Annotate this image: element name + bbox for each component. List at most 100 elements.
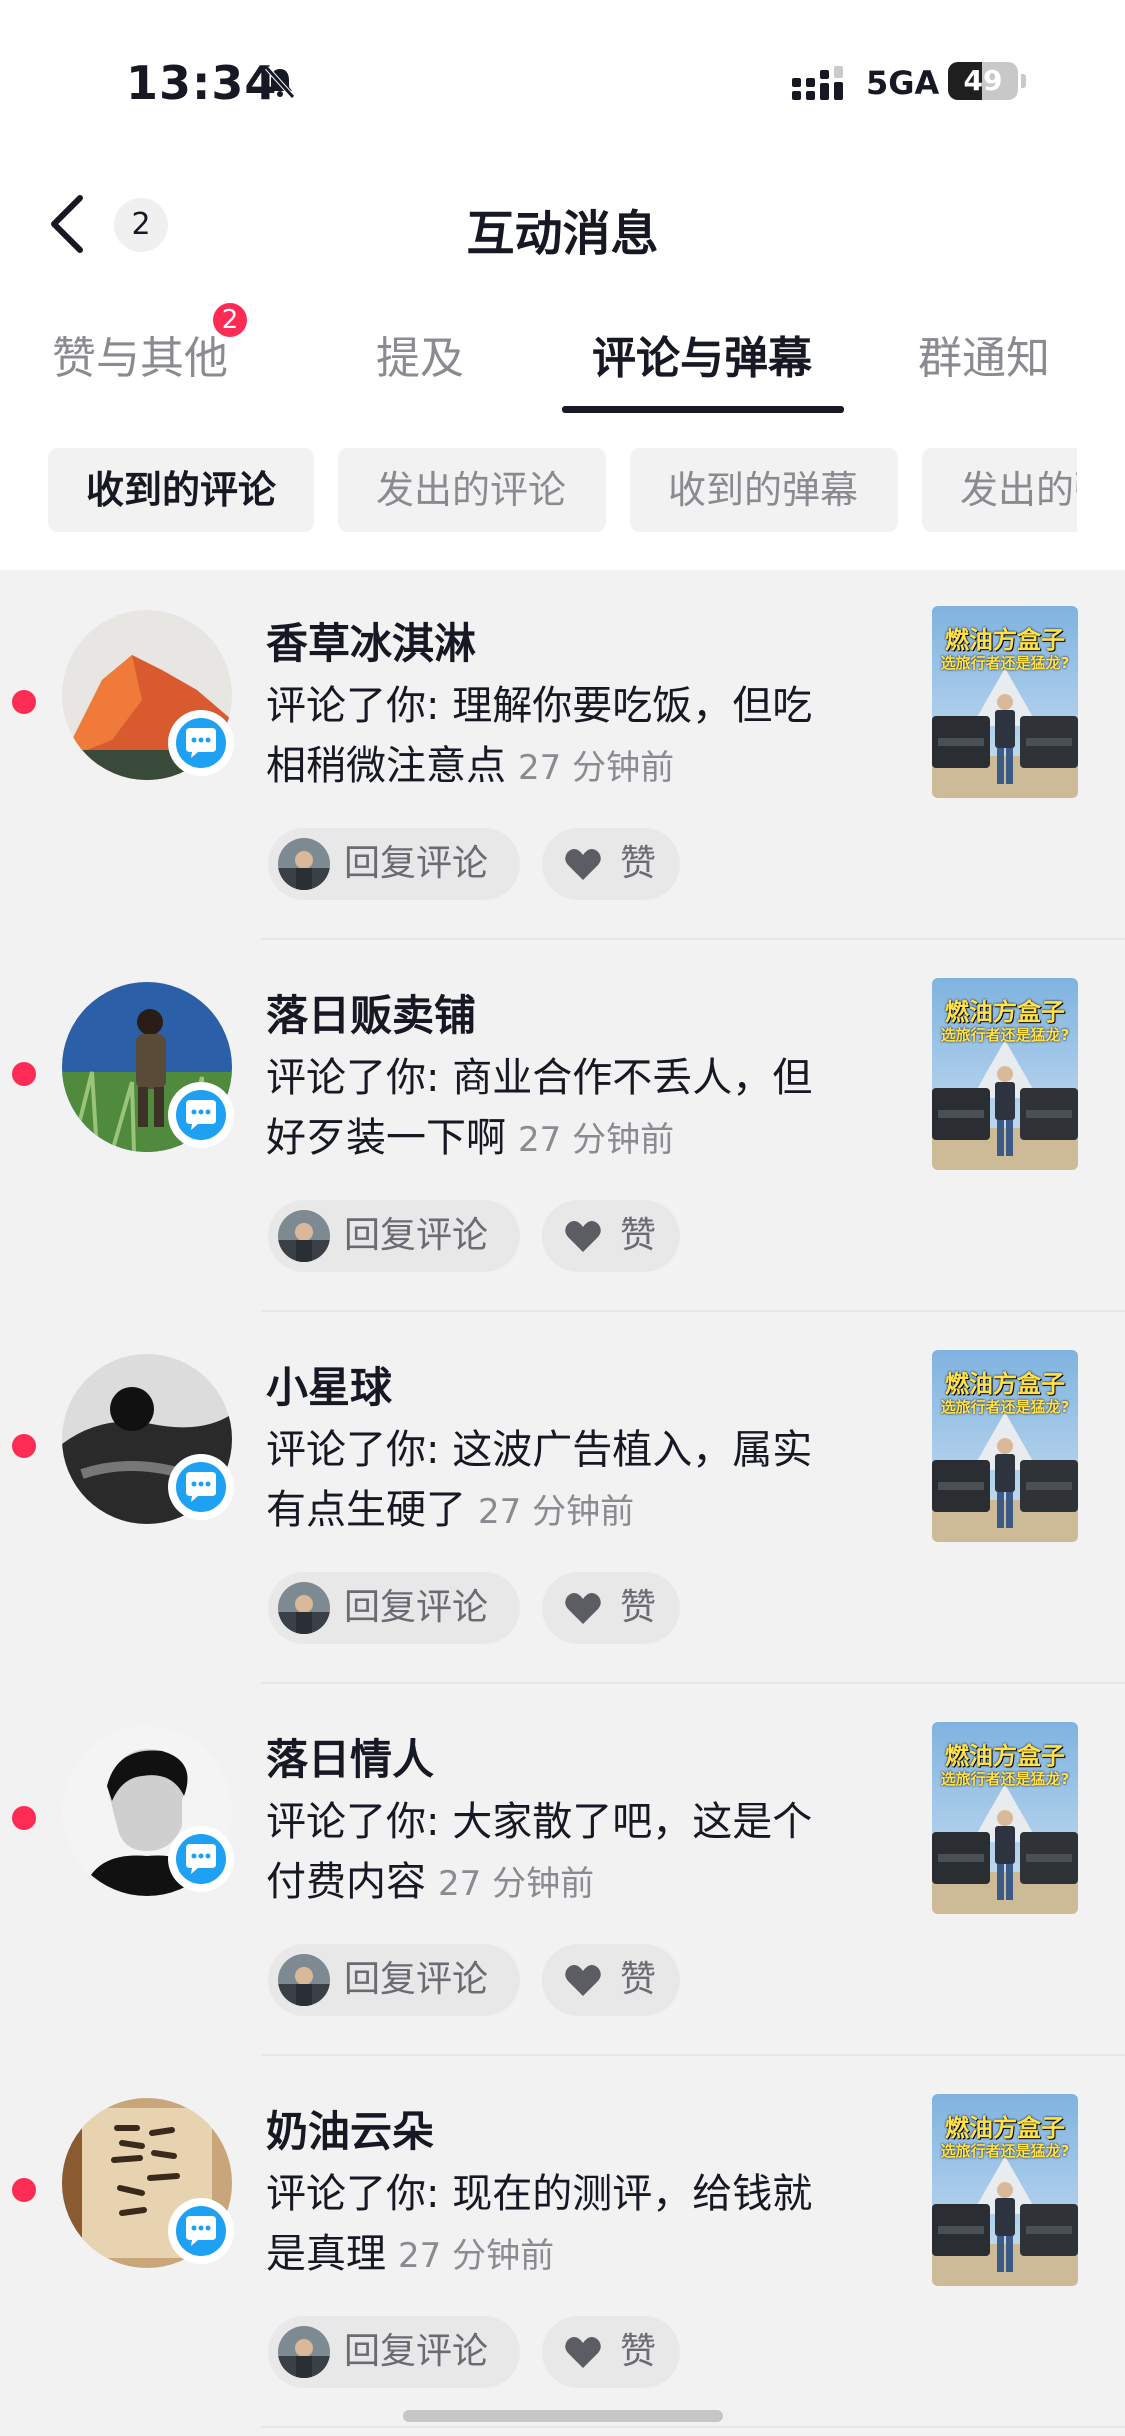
- tab-mentions[interactable]: 提及: [376, 322, 464, 384]
- home-indicator: [403, 2410, 723, 2422]
- my-avatar: [278, 1954, 330, 2006]
- tab-likes-and-others[interactable]: 赞与其他: [52, 322, 228, 384]
- divider: [262, 2426, 1125, 2428]
- divider: [262, 1682, 1125, 1684]
- reply-button[interactable]: 回复评论: [268, 2316, 520, 2388]
- page-title: 互动消息: [466, 206, 659, 262]
- reply-button[interactable]: 回复评论: [268, 828, 520, 900]
- unread-dot: [12, 1062, 36, 1086]
- thumb-subtitle: 选旅行者还是猛龙?: [940, 1398, 1070, 1416]
- username[interactable]: 奶油云朵: [266, 2098, 434, 2159]
- reply-button[interactable]: 回复评论: [268, 1944, 520, 2016]
- username[interactable]: 香草冰淇淋: [266, 610, 476, 671]
- header-area: 13:34 5GA 49 2 互动消息 赞与其他 2 提及 评论与弹幕 群通知 …: [0, 0, 1125, 570]
- status-time: 13:34: [126, 56, 278, 110]
- unread-dot: [12, 1434, 36, 1458]
- comment-bubble-icon: [168, 710, 234, 776]
- filter-received-comments[interactable]: 收到的评论: [48, 448, 314, 532]
- reply-label: 回复评论: [344, 2331, 489, 2372]
- reply-button[interactable]: 回复评论: [268, 1572, 520, 1644]
- like-button[interactable]: 赞: [542, 2316, 680, 2388]
- heart-icon: [565, 1221, 601, 1252]
- reply-label: 回复评论: [344, 843, 489, 884]
- video-thumbnail[interactable]: 燃油方盒子 选旅行者还是猛龙?: [932, 1722, 1078, 1914]
- like-button[interactable]: 赞: [542, 828, 680, 900]
- like-button[interactable]: 赞: [542, 1944, 680, 2016]
- filter-received-danmaku[interactable]: 收到的弹幕: [630, 448, 898, 532]
- thumb-subtitle: 选旅行者还是猛龙?: [940, 1770, 1070, 1788]
- comment-text[interactable]: 评论了你: 这波广告植入，属实有点生硬了 27 分钟前: [266, 1420, 846, 1542]
- unread-dot: [12, 2178, 36, 2202]
- tab-badge: 2: [210, 300, 250, 340]
- like-label: 赞: [620, 1587, 657, 1628]
- filter-sent-comments[interactable]: 发出的评论: [338, 448, 606, 532]
- my-avatar: [278, 1210, 330, 1262]
- heart-icon: [565, 2337, 601, 2368]
- filter-pills: 收到的评论 发出的评论 收到的弹幕 发出的弹幕: [0, 448, 1077, 536]
- comment-time: 27 分钟前: [518, 1120, 675, 1160]
- notification-item[interactable]: 香草冰淇淋 评论了你: 理解你要吃饭，但吃相稍微注意点 27 分钟前 回复评论 赞: [0, 570, 1125, 940]
- username[interactable]: 小星球: [266, 1354, 392, 1415]
- notification-item[interactable]: 落日贩卖铺 评论了你: 商业合作不丢人，但好歹装一下啊 27 分钟前 回复评论 赞: [0, 942, 1125, 1312]
- comment-bubble-icon: [168, 1826, 234, 1892]
- reply-label: 回复评论: [344, 1215, 489, 1256]
- my-avatar: [278, 2326, 330, 2378]
- bell-muted-icon: [265, 66, 295, 99]
- comment-bubble-icon: [168, 1082, 234, 1148]
- heart-icon: [565, 849, 601, 880]
- thumb-title: 燃油方盒子: [945, 626, 1065, 654]
- like-label: 赞: [620, 843, 657, 884]
- username[interactable]: 落日贩卖铺: [266, 982, 476, 1043]
- tab-group-notifications[interactable]: 群通知: [918, 322, 1050, 384]
- my-avatar: [278, 1582, 330, 1634]
- video-thumbnail[interactable]: 燃油方盒子 选旅行者还是猛龙?: [932, 1350, 1078, 1542]
- notification-item[interactable]: 小星球 评论了你: 这波广告植入，属实有点生硬了 27 分钟前 回复评论 赞 燃…: [0, 1314, 1125, 1684]
- divider: [262, 2054, 1125, 2056]
- thumb-title: 燃油方盒子: [945, 998, 1065, 1026]
- comment-text[interactable]: 评论了你: 理解你要吃饭，但吃相稍微注意点 27 分钟前: [266, 676, 846, 798]
- comment-time: 27 分钟前: [398, 2236, 555, 2276]
- divider: [262, 938, 1125, 940]
- reply-label: 回复评论: [344, 1587, 489, 1628]
- comment-text[interactable]: 评论了你: 现在的测评，给钱就是真理 27 分钟前: [266, 2164, 846, 2286]
- active-tab-indicator: [562, 406, 844, 413]
- like-button[interactable]: 赞: [542, 1200, 680, 1272]
- like-label: 赞: [620, 2331, 657, 2372]
- like-label: 赞: [620, 1959, 657, 2000]
- notification-item[interactable]: 奶油云朵 评论了你: 现在的测评，给钱就是真理 27 分钟前 回复评论 赞 燃油…: [0, 2058, 1125, 2428]
- network-type: 5GA: [866, 64, 940, 102]
- reply-button[interactable]: 回复评论: [268, 1200, 520, 1272]
- unread-dot: [12, 1806, 36, 1830]
- video-thumbnail[interactable]: 燃油方盒子 选旅行者还是猛龙?: [932, 978, 1078, 1170]
- like-button[interactable]: 赞: [542, 1572, 680, 1644]
- cellular-signal-icon: [792, 66, 843, 100]
- like-label: 赞: [620, 1215, 657, 1256]
- battery-icon: 49: [948, 62, 1018, 100]
- reply-label: 回复评论: [344, 1959, 489, 2000]
- thumb-subtitle: 选旅行者还是猛龙?: [940, 1026, 1070, 1044]
- thumb-title: 燃油方盒子: [945, 2114, 1065, 2142]
- comment-text[interactable]: 评论了你: 商业合作不丢人，但好歹装一下啊 27 分钟前: [266, 1048, 846, 1170]
- comment-bubble-icon: [168, 2198, 234, 2264]
- video-thumbnail[interactable]: 燃油方盒子 选旅行者还是猛龙?: [932, 2094, 1078, 2286]
- comment-text[interactable]: 评论了你: 大家散了吧，这是个付费内容 27 分钟前: [266, 1792, 846, 1914]
- comment-bubble-icon: [168, 1454, 234, 1520]
- thumb-subtitle: 选旅行者还是猛龙?: [940, 654, 1070, 672]
- my-avatar: [278, 838, 330, 890]
- comment-time: 27 分钟前: [518, 748, 675, 788]
- tab-comments-and-danmaku[interactable]: 评论与弹幕: [592, 322, 812, 384]
- thumb-title: 燃油方盒子: [945, 1742, 1065, 1770]
- heart-icon: [565, 1593, 601, 1624]
- divider: [262, 1310, 1125, 1312]
- filter-sent-danmaku[interactable]: 发出的弹幕: [922, 448, 1077, 532]
- username[interactable]: 落日情人: [266, 1726, 434, 1787]
- thumb-title: 燃油方盒子: [945, 1370, 1065, 1398]
- thumb-subtitle: 选旅行者还是猛龙?: [940, 2142, 1070, 2160]
- unread-dot: [12, 690, 36, 714]
- heart-icon: [565, 1965, 601, 1996]
- comment-time: 27 分钟前: [438, 1864, 595, 1904]
- notification-item[interactable]: 落日情人 评论了你: 大家散了吧，这是个付费内容 27 分钟前 回复评论 赞 燃…: [0, 1686, 1125, 2056]
- video-thumbnail[interactable]: 燃油方盒子 选旅行者还是猛龙?: [932, 606, 1078, 798]
- battery-level: 49: [963, 64, 1003, 97]
- comment-time: 27 分钟前: [478, 1492, 635, 1532]
